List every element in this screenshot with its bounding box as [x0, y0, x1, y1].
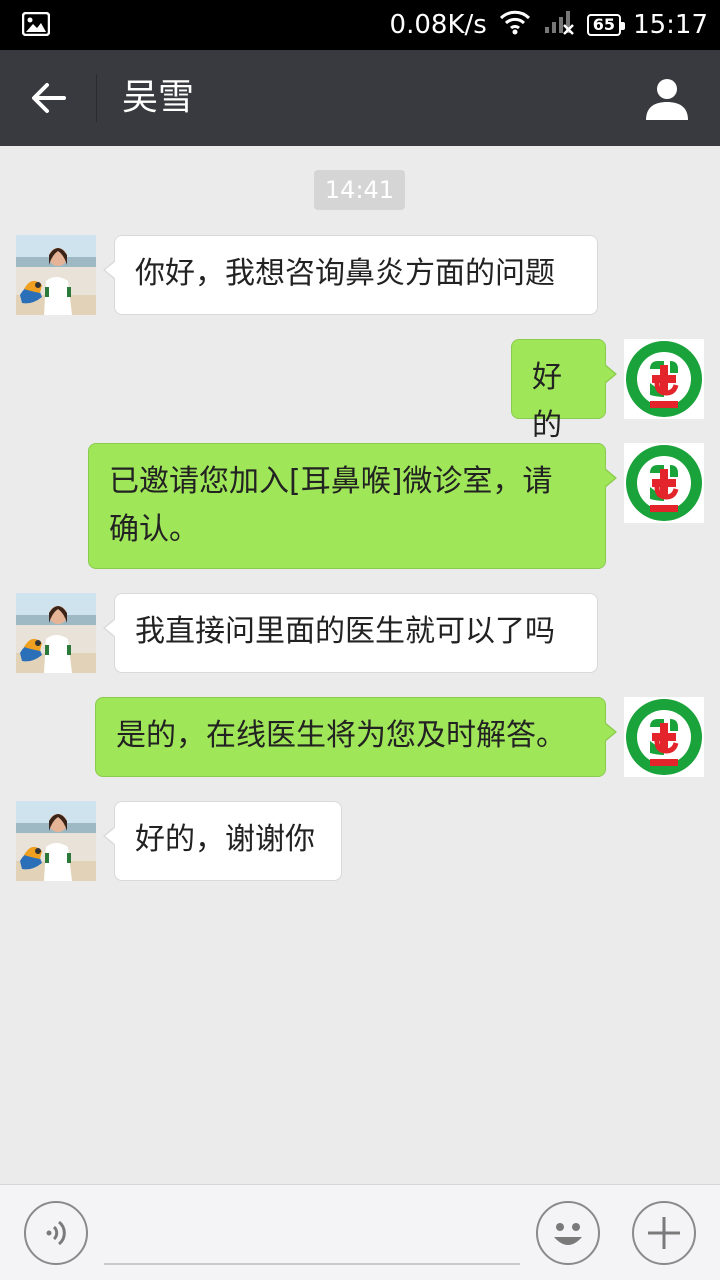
network-speed: 0.08K/s [389, 10, 487, 40]
image-notification-icon [21, 11, 51, 37]
message-text: 我直接问里面的医生就可以了吗 [135, 614, 555, 649]
header-divider [96, 74, 97, 122]
hospital-avatar[interactable] [624, 339, 704, 419]
message-text-line: 确认。 [109, 512, 199, 547]
profile-button[interactable] [644, 76, 690, 122]
plus-icon [648, 1217, 680, 1249]
message-text: 好的 [532, 360, 562, 443]
message-bubble-sent[interactable]: 已邀请您加入[耳鼻喉]微诊室，请 确认。 [88, 443, 617, 569]
contact-name: 吴雪 [122, 77, 195, 118]
timestamp: 14:41 [314, 170, 405, 210]
voice-icon [46, 1220, 66, 1246]
message-text: 好的，谢谢你 [135, 822, 315, 857]
contact-avatar[interactable] [16, 593, 96, 673]
arrow-left-icon [32, 83, 66, 113]
message-bubble-sent[interactable]: 是的，在线医生将为您及时解答。 [95, 697, 617, 777]
contact-avatar[interactable] [16, 801, 96, 881]
more-button[interactable] [632, 1201, 696, 1265]
input-bar [0, 1184, 720, 1280]
back-button[interactable] [22, 72, 74, 124]
cell-signal-icon [543, 9, 575, 42]
message-bubble-received[interactable]: 你好，我想咨询鼻炎方面的问题 [103, 235, 598, 315]
message-text: 是的，在线医生将为您及时解答。 [116, 718, 566, 753]
message-text: 你好，我想咨询鼻炎方面的问题 [135, 256, 555, 291]
person-icon [646, 79, 688, 120]
battery-level: 65 [592, 15, 616, 34]
hospital-avatar[interactable] [624, 697, 704, 777]
contact-avatar[interactable] [16, 235, 96, 315]
smiley-icon [554, 1223, 582, 1245]
message-input[interactable] [104, 1201, 520, 1265]
battery-icon: 65 [586, 14, 626, 36]
message-bubble-received[interactable]: 我直接问里面的医生就可以了吗 [103, 593, 598, 673]
chat-header: 吴雪 [0, 50, 720, 146]
message-list[interactable]: 14:41 你好，我想咨询鼻炎方面的问题 好的 已邀请您加入[耳鼻喉]微诊室，请… [0, 146, 720, 1184]
message-text-line: 已邀请您加入[耳鼻喉]微诊室，请 [109, 464, 553, 499]
message-bubble-received[interactable]: 好的，谢谢你 [103, 801, 342, 881]
emoji-button[interactable] [536, 1201, 600, 1265]
voice-button[interactable] [24, 1201, 88, 1265]
clock: 15:17 [633, 10, 708, 40]
hospital-avatar[interactable] [624, 443, 704, 523]
wifi-icon [499, 9, 531, 42]
status-bar: 0.08K/s 65 15:17 [0, 0, 720, 50]
message-bubble-sent[interactable]: 好的 [511, 339, 617, 443]
